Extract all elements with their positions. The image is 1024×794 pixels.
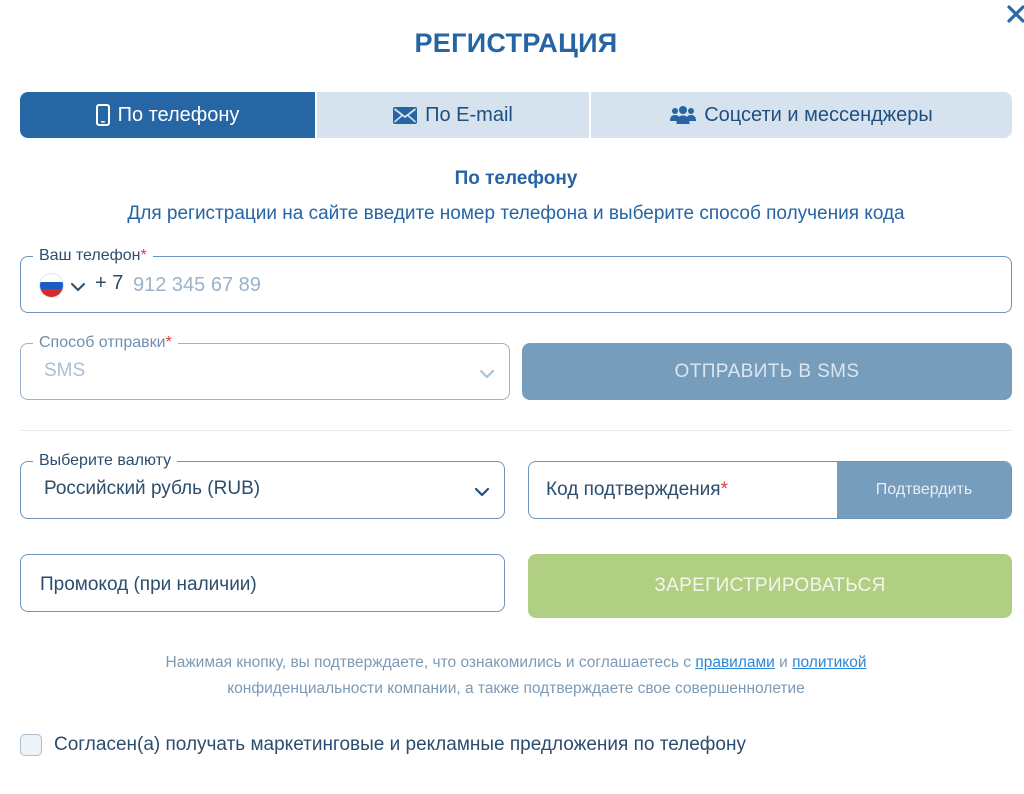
section-description: Для регистрации на сайте введите номер т… xyxy=(127,203,905,224)
marketing-checkbox[interactable] xyxy=(20,734,42,756)
rules-link[interactable]: правилами xyxy=(695,654,775,671)
required-mark: * xyxy=(720,479,728,500)
phone-input[interactable] xyxy=(131,269,735,301)
registration-tabs: По телефону По E-mail Соцсети и мессендж… xyxy=(20,92,1012,138)
section-title: По телефону xyxy=(454,168,578,189)
envelope-icon xyxy=(393,106,418,124)
tab-email[interactable]: По E-mail xyxy=(317,92,591,138)
divider xyxy=(20,430,1012,431)
legal-notice: Нажимая кнопку, вы подтверждаете, что оз… xyxy=(0,650,1024,702)
chevron-down-icon xyxy=(479,366,495,384)
phone-icon xyxy=(95,104,110,126)
send-method-label: Способ отправки* xyxy=(33,332,178,354)
phone-field-label: Ваш телефон* xyxy=(33,245,153,267)
country-code: + 7 xyxy=(95,272,124,294)
close-icon[interactable] xyxy=(1004,2,1024,26)
chevron-down-icon[interactable] xyxy=(70,279,86,297)
registration-modal: РЕГИСТРАЦИЯ По телефону По E-mail Соцсет… xyxy=(0,0,1024,794)
policy-link[interactable]: политикой xyxy=(792,654,866,671)
chevron-down-icon xyxy=(474,484,490,502)
confirmation-code-field[interactable]: Код подтверждения* Подтвердить xyxy=(528,461,1012,519)
confirm-button[interactable]: Подтвердить xyxy=(837,462,1011,518)
promo-code-field xyxy=(20,554,505,612)
modal-title: РЕГИСТРАЦИЯ xyxy=(414,28,618,58)
phone-field: Ваш телефон* + 7 xyxy=(20,245,1012,313)
required-mark: * xyxy=(165,334,172,351)
tab-email-label: По E-mail xyxy=(425,103,513,126)
currency-value: Российский рубль (RUB) xyxy=(44,478,261,499)
send-method-select[interactable]: Способ отправки* SMS xyxy=(20,332,510,400)
currency-select[interactable]: Выберите валюту Российский рубль (RUB) xyxy=(20,450,505,519)
tab-social-label: Соцсети и мессенджеры xyxy=(704,103,933,126)
legal-text: Нажимая кнопку, вы подтверждаете, что оз… xyxy=(165,654,696,671)
russia-flag-icon[interactable] xyxy=(40,274,63,297)
confirmation-code-label: Код подтверждения* xyxy=(546,479,728,500)
users-icon xyxy=(670,105,697,125)
legal-text: и xyxy=(774,654,793,671)
tab-phone-label: По телефону xyxy=(117,103,240,126)
marketing-label[interactable]: Согласен(а) получать маркетинговые и рек… xyxy=(54,734,746,756)
legal-text: конфиденциальности компании, а также под… xyxy=(227,680,805,697)
send-sms-button[interactable]: ОТПРАВИТЬ В SMS xyxy=(522,343,1012,400)
promo-code-input[interactable] xyxy=(38,569,482,601)
currency-label: Выберите валюту xyxy=(33,450,178,472)
required-mark: * xyxy=(140,247,147,264)
send-method-value: SMS xyxy=(44,360,86,381)
marketing-consent[interactable]: Согласен(а) получать маркетинговые и рек… xyxy=(20,734,746,756)
register-button[interactable]: ЗАРЕГИСТРИРОВАТЬСЯ xyxy=(528,554,1012,618)
tab-phone[interactable]: По телефону xyxy=(20,92,317,138)
tab-social[interactable]: Соцсети и мессенджеры xyxy=(591,92,1012,138)
